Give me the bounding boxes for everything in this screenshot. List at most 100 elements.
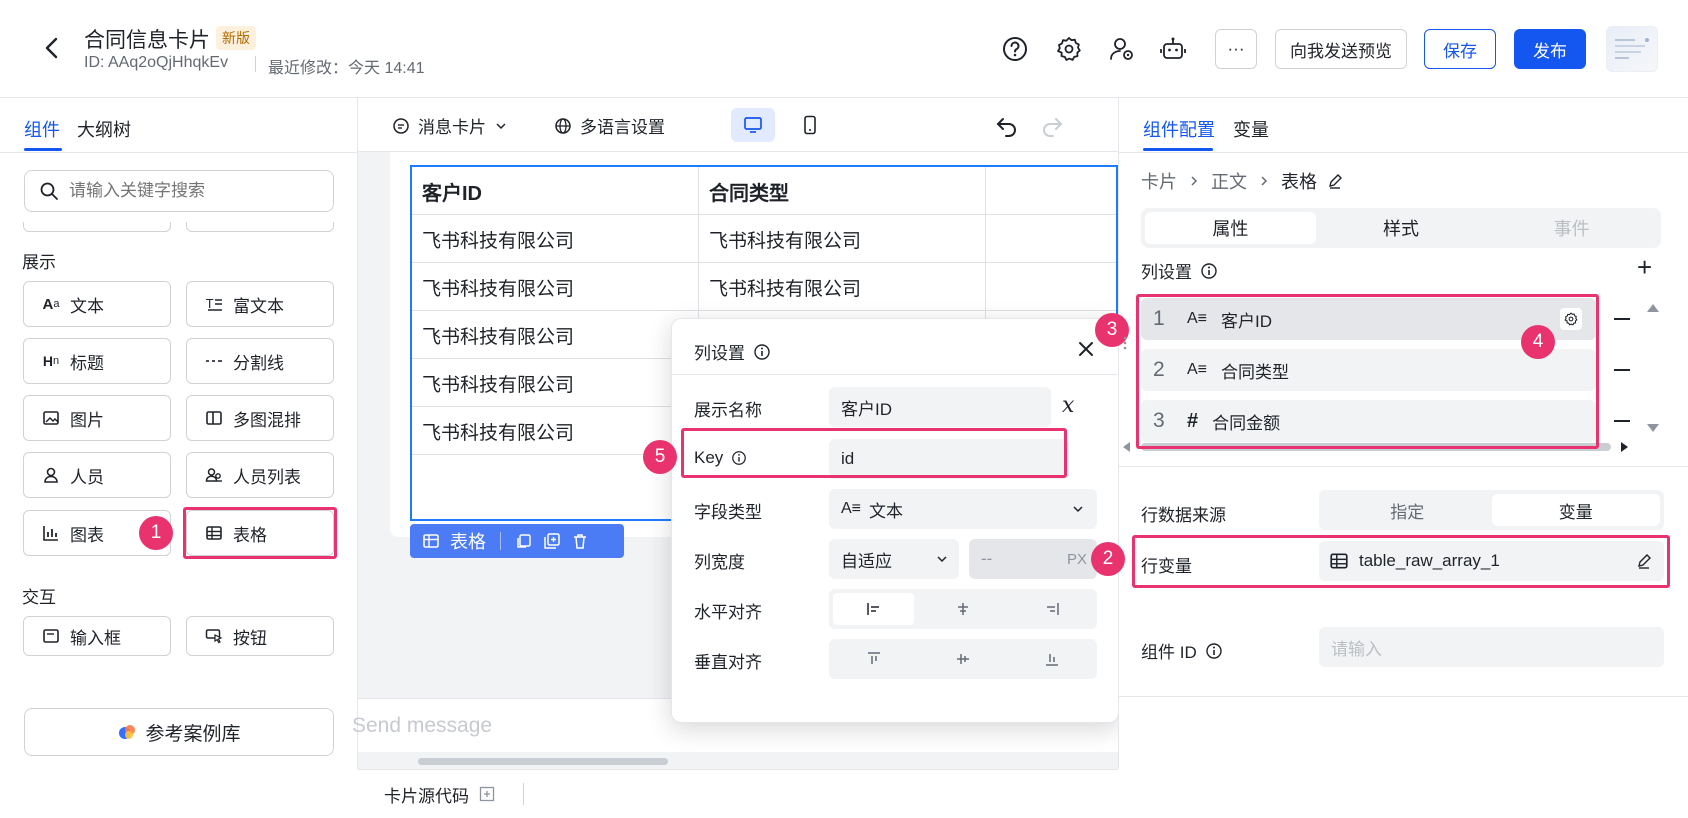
- component-heading[interactable]: Hn 标题: [23, 338, 171, 384]
- highlight-box-key-field: [681, 428, 1067, 478]
- source-code-tab[interactable]: 卡片源代码: [384, 782, 469, 807]
- duplicate-icon[interactable]: [543, 532, 561, 550]
- scroll-up-arrow-icon[interactable]: [1647, 304, 1659, 312]
- align-bottom-icon[interactable]: [1012, 643, 1093, 675]
- popup-title: 列设置: [694, 344, 745, 363]
- row-source-variable[interactable]: 变量: [1491, 494, 1660, 526]
- redo-icon[interactable]: [1039, 112, 1065, 138]
- robot-icon[interactable]: [1158, 34, 1188, 64]
- component-people-list[interactable]: 人员列表: [186, 452, 334, 498]
- row-source-fixed[interactable]: 指定: [1323, 494, 1492, 526]
- copy-icon[interactable]: [515, 532, 533, 550]
- remove-column-1-icon[interactable]: [1614, 318, 1630, 320]
- segment-style[interactable]: 样式: [1316, 212, 1487, 244]
- align-left-icon[interactable]: [833, 593, 915, 625]
- component-label: 人员列表: [233, 467, 301, 487]
- field-type-select[interactable]: A≡ 文本: [829, 489, 1097, 529]
- align-right-icon[interactable]: [1012, 593, 1093, 625]
- component-label: 图表: [70, 525, 104, 545]
- table-tool-label: 表格: [450, 532, 486, 552]
- component-multi-image[interactable]: 多图混排: [186, 395, 334, 441]
- card-type-label: 消息卡片: [418, 118, 486, 137]
- annotation-marker-4: 4: [1521, 325, 1555, 359]
- component-rich-text[interactable]: T 富文本: [186, 281, 334, 327]
- column-width-px-input[interactable]: -- PX: [969, 539, 1097, 579]
- drag-handle-icon[interactable]: [1122, 336, 1128, 350]
- component-button[interactable]: 按钮: [186, 616, 334, 656]
- publish-button[interactable]: 发布: [1514, 29, 1586, 69]
- align-middle-icon[interactable]: [922, 643, 1003, 675]
- component-item-clipped[interactable]: [186, 222, 334, 232]
- desktop-icon: [743, 115, 763, 135]
- search-input[interactable]: [69, 181, 309, 201]
- column-settings-label: 列设置: [1141, 263, 1192, 282]
- segment-properties[interactable]: 属性: [1145, 212, 1316, 244]
- desktop-view-button[interactable]: [731, 108, 775, 142]
- component-label: 分割线: [233, 353, 284, 373]
- breadcrumb-item[interactable]: 正文: [1211, 168, 1247, 194]
- expand-icon[interactable]: [479, 786, 495, 802]
- columns-icon: [205, 409, 223, 427]
- info-icon[interactable]: [1205, 642, 1223, 660]
- component-input[interactable]: 输入框: [23, 616, 171, 656]
- settings-gear-icon[interactable]: [1054, 34, 1084, 64]
- component-text[interactable]: Aa 文本: [23, 281, 171, 327]
- formula-x-icon[interactable]: 𝑥: [1062, 393, 1074, 418]
- i18n-settings-button[interactable]: 多语言设置: [554, 113, 665, 138]
- annotation-marker-5: 5: [643, 440, 677, 474]
- component-search[interactable]: [24, 170, 334, 212]
- column-width-select[interactable]: 自适应: [829, 539, 959, 579]
- table-toolbar: 表格: [410, 524, 624, 558]
- reference-library-button[interactable]: 参考案例库: [24, 708, 334, 756]
- remove-column-2-icon[interactable]: [1614, 369, 1630, 371]
- align-top-icon[interactable]: [833, 643, 914, 675]
- component-divider[interactable]: 分割线: [186, 338, 334, 384]
- horizontal-scrollbar[interactable]: [418, 758, 668, 765]
- component-image[interactable]: 图片: [23, 395, 171, 441]
- save-button[interactable]: 保存: [1424, 29, 1496, 69]
- table-cell: 飞书科技有限公司: [412, 215, 699, 263]
- help-icon[interactable]: [1000, 34, 1030, 64]
- scroll-down-arrow-icon[interactable]: [1647, 424, 1659, 432]
- info-icon[interactable]: [1200, 262, 1218, 280]
- i18n-label: 多语言设置: [580, 118, 665, 137]
- reference-library-label: 参考案例库: [145, 723, 241, 745]
- property-segmented-control: 属性 样式 事件: [1141, 208, 1661, 248]
- component-person[interactable]: 人员: [23, 452, 171, 498]
- tab-variables[interactable]: 变量: [1233, 116, 1269, 142]
- component-id-input[interactable]: 请输入: [1319, 627, 1664, 667]
- mobile-view-button[interactable]: [788, 108, 832, 142]
- back-arrow-icon[interactable]: [38, 34, 66, 62]
- tab-component-config[interactable]: 组件配置: [1143, 116, 1215, 142]
- delete-icon[interactable]: [571, 532, 589, 550]
- component-id-label-group: 组件 ID: [1141, 638, 1223, 663]
- config-panel: 组件配置 变量 卡片 正文 表格 属性 样式 事件 列设置 + 1 A≡ 客户I…: [1091, 98, 1688, 769]
- person-icon: [42, 466, 60, 484]
- user-settings-icon[interactable]: [1107, 34, 1137, 64]
- scroll-right-arrow-icon[interactable]: [1621, 442, 1628, 452]
- info-icon[interactable]: [753, 343, 771, 361]
- display-name-field[interactable]: 客户ID: [829, 387, 1051, 427]
- send-preview-button[interactable]: 向我发送预览: [1275, 29, 1407, 69]
- more-button[interactable]: ···: [1215, 29, 1257, 69]
- tab-components[interactable]: 组件: [24, 116, 60, 142]
- chevron-down-icon: [494, 119, 508, 133]
- row-source-segment: 指定 变量: [1319, 490, 1664, 530]
- align-center-icon[interactable]: [922, 593, 1003, 625]
- undo-icon[interactable]: [994, 112, 1020, 138]
- segment-events[interactable]: 事件: [1486, 212, 1657, 244]
- close-icon[interactable]: [1076, 339, 1096, 359]
- component-item-clipped[interactable]: [23, 222, 171, 232]
- remove-column-3-icon[interactable]: [1614, 420, 1630, 422]
- table-cell: 飞书科技有限公司: [412, 359, 699, 407]
- tab-outline-tree[interactable]: 大纲树: [77, 116, 131, 142]
- card-thumbnail[interactable]: [1606, 26, 1658, 72]
- card-type-dropdown[interactable]: 消息卡片: [392, 113, 508, 138]
- scroll-left-arrow-icon[interactable]: [1123, 442, 1130, 452]
- add-column-plus-icon[interactable]: +: [1637, 252, 1652, 283]
- breadcrumb-item[interactable]: 卡片: [1141, 168, 1177, 194]
- component-label: 多图混排: [233, 410, 301, 430]
- card-title: 合同信息卡片: [84, 29, 210, 52]
- edit-pencil-icon[interactable]: [1327, 173, 1343, 189]
- active-tab-indicator: [24, 148, 62, 151]
